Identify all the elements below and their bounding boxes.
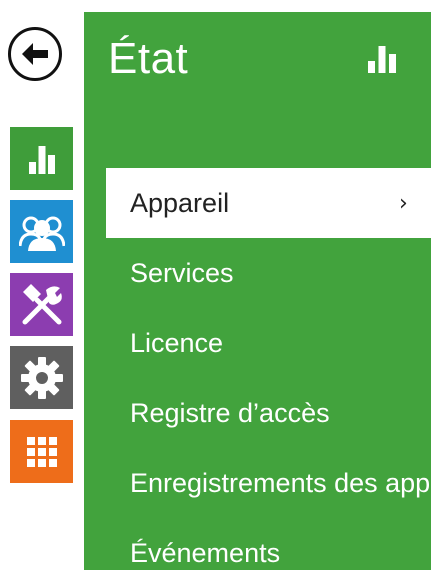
menu-item-label: Enregistrements des appels [130,467,431,498]
rail-apps-button[interactable] [10,420,73,483]
bar-chart-icon [368,46,396,73]
back-arrow-icon [22,43,48,65]
grid-icon [26,436,57,467]
rail-directory-button[interactable] [10,200,73,263]
status-menu: Appareil › Services Licence Registre d’a… [106,168,431,570]
tools-icon [22,283,62,324]
menu-item-label: Services [130,257,234,288]
menu-item-registre-acces[interactable]: Registre d’accès [106,378,431,448]
users-icon [18,216,65,251]
menu-item-label: Appareil [130,187,230,218]
menu-item-label: Registre d’accès [130,397,330,428]
menu-item-services[interactable]: Services [106,238,431,308]
rail-status-button[interactable] [10,127,73,190]
menu-item-label: Licence [130,327,224,358]
bar-chart-icon [28,145,55,174]
menu-item-appareil[interactable]: Appareil › [106,168,431,238]
menu-item-licence[interactable]: Licence [106,308,431,378]
app-root: État Appareil › Services Licence Registr… [0,0,431,570]
back-button[interactable] [8,27,62,81]
panel-header-icon [366,44,398,78]
status-panel: État Appareil › Services Licence Registr… [84,12,431,570]
rail-hardware-button[interactable] [10,273,73,336]
page-title: État [108,34,189,83]
rail-system-button[interactable] [10,346,73,409]
menu-item-label: Événements [130,537,281,568]
chevron-right-icon: › [399,190,408,216]
menu-item-evenements[interactable]: Événements [106,518,431,570]
menu-item-enregistrements-appels[interactable]: Enregistrements des appels [106,448,431,518]
gear-icon [20,356,63,399]
